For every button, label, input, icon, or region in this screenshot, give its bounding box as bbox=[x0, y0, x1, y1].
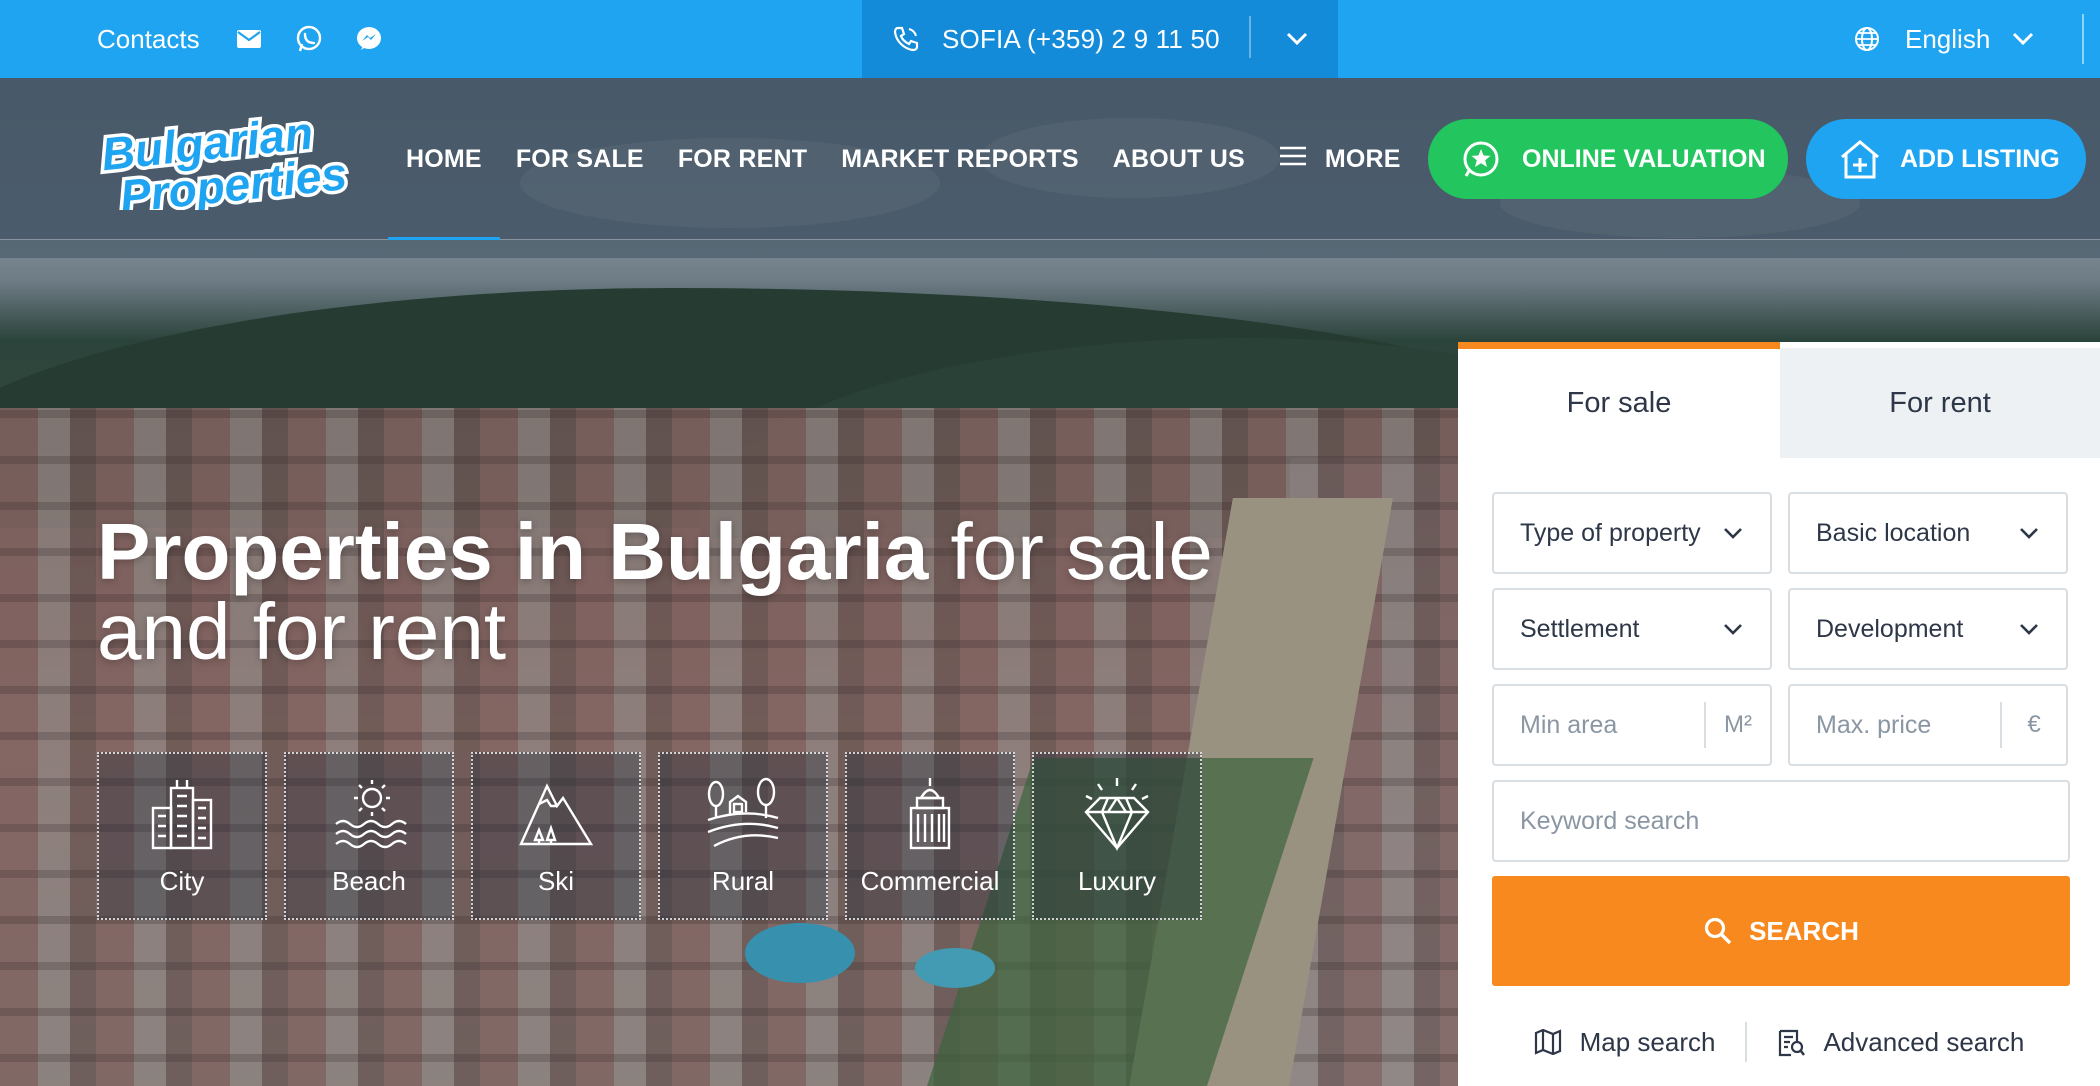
main-navbar: Bulgarian Properties HOME FOR SALE FOR R… bbox=[0, 78, 2100, 240]
category-beach[interactable]: Beach bbox=[284, 752, 454, 920]
keyword-search-input[interactable]: Keyword search bbox=[1492, 780, 2070, 862]
site-logo[interactable]: Bulgarian Properties bbox=[95, 103, 385, 226]
search-icon bbox=[1704, 917, 1732, 945]
star-chat-icon bbox=[1460, 138, 1502, 180]
development-select[interactable]: Development bbox=[1788, 588, 2068, 670]
nav-for-rent[interactable]: FOR RENT bbox=[678, 78, 807, 240]
messenger-icon[interactable] bbox=[354, 24, 384, 54]
search-tabs: For sale For rent bbox=[1458, 342, 2100, 458]
search-links: Map search Advanced search bbox=[1458, 1014, 2100, 1070]
nav-for-sale[interactable]: FOR SALE bbox=[516, 78, 644, 240]
chevron-down-icon bbox=[1724, 528, 1742, 539]
online-valuation-label: ONLINE VALUATION bbox=[1522, 144, 1766, 173]
price-unit: € bbox=[2000, 702, 2066, 748]
online-valuation-button[interactable]: ONLINE VALUATION bbox=[1428, 119, 1788, 199]
top-bar: Contacts SOFIA (+359) 2 9 11 50 English bbox=[0, 0, 2100, 78]
language-label[interactable]: English bbox=[1905, 24, 1990, 55]
phone-icon bbox=[892, 23, 924, 55]
category-label: Luxury bbox=[1077, 866, 1157, 896]
mail-icon[interactable] bbox=[234, 24, 264, 54]
tab-for-sale[interactable]: For sale bbox=[1458, 342, 1780, 458]
language-selector[interactable]: English bbox=[1853, 0, 2042, 78]
add-listing-button[interactable]: ADD LISTING bbox=[1806, 119, 2086, 199]
type-of-property-select[interactable]: Type of property bbox=[1492, 492, 1772, 574]
keyword-placeholder: Keyword search bbox=[1520, 806, 1700, 835]
map-icon bbox=[1534, 1029, 1561, 1055]
category-ski[interactable]: Ski bbox=[471, 752, 641, 920]
area-unit: M² bbox=[1704, 702, 1770, 748]
min-area-input[interactable]: Min area M² bbox=[1492, 684, 1772, 766]
menu-icon bbox=[1279, 145, 1307, 174]
city-buildings-icon bbox=[151, 780, 213, 850]
beach-sun-waves-icon bbox=[335, 780, 407, 849]
tab-for-rent[interactable]: For rent bbox=[1780, 348, 2100, 458]
scroll-edge bbox=[2076, 0, 2100, 78]
divider bbox=[1745, 1022, 1748, 1062]
nav-more[interactable]: MORE bbox=[1279, 78, 1401, 240]
chevron-down-icon[interactable] bbox=[2012, 24, 2042, 54]
headline-light-1: for sale bbox=[928, 507, 1213, 596]
category-label: City bbox=[159, 866, 205, 896]
chevron-down-icon bbox=[1724, 624, 1742, 635]
max-price-input[interactable]: Max. price € bbox=[1788, 684, 2068, 766]
contacts-label[interactable]: Contacts bbox=[97, 24, 200, 55]
category-label: Ski bbox=[537, 866, 575, 896]
headline-light-2: and for rent bbox=[97, 587, 507, 676]
headline-bold: Properties in Bulgaria bbox=[97, 507, 929, 596]
contacts-group: Contacts bbox=[97, 0, 414, 78]
globe-icon bbox=[1853, 24, 1883, 54]
chevron-down-icon bbox=[2020, 528, 2038, 539]
commercial-building-icon bbox=[909, 778, 951, 850]
rural-farm-icon bbox=[707, 777, 779, 848]
search-button[interactable]: SEARCH bbox=[1492, 876, 2070, 986]
chevron-down-icon bbox=[2020, 624, 2038, 635]
advanced-search-icon bbox=[1779, 1029, 1806, 1057]
settlement-select[interactable]: Settlement bbox=[1492, 588, 1772, 670]
category-label: Commercial bbox=[860, 866, 1000, 896]
select-value: Type of property bbox=[1520, 518, 1701, 547]
search-button-label: SEARCH bbox=[1749, 915, 1859, 946]
property-search-panel: For sale For rent Type of property Basic… bbox=[1458, 342, 2100, 1086]
add-home-icon bbox=[1838, 137, 1882, 181]
category-label: Rural bbox=[711, 866, 775, 896]
divider bbox=[1249, 16, 1251, 58]
advanced-search-label: Advanced search bbox=[1823, 1026, 2025, 1057]
add-listing-label: ADD LISTING bbox=[1900, 144, 2060, 173]
category-commercial[interactable]: Commercial bbox=[845, 752, 1015, 920]
category-luxury[interactable]: Luxury bbox=[1032, 752, 1202, 920]
select-value: Basic location bbox=[1816, 518, 1971, 547]
chevron-down-icon[interactable] bbox=[1280, 22, 1314, 56]
nav-more-label: MORE bbox=[1324, 144, 1401, 173]
phone-number[interactable]: SOFIA (+359) 2 9 11 50 bbox=[942, 24, 1220, 55]
mountain-icon bbox=[519, 783, 594, 846]
phone-selector[interactable]: SOFIA (+359) 2 9 11 50 bbox=[862, 0, 1338, 78]
hero-headline: Properties in Bulgaria for sale and for … bbox=[97, 512, 1297, 672]
select-value: Development bbox=[1816, 614, 1964, 643]
nav-market-reports[interactable]: MARKET REPORTS bbox=[841, 78, 1079, 240]
property-categories: City Beach Ski Rural Commercial Luxury bbox=[97, 752, 1219, 920]
whatsapp-icon[interactable] bbox=[294, 24, 324, 54]
category-label: Beach bbox=[332, 866, 406, 896]
category-city[interactable]: City bbox=[97, 752, 267, 920]
diamond-icon bbox=[1084, 778, 1150, 852]
category-rural[interactable]: Rural bbox=[658, 752, 828, 920]
map-search-label: Map search bbox=[1579, 1026, 1716, 1057]
max-price-placeholder: Max. price bbox=[1816, 710, 1932, 739]
select-value: Settlement bbox=[1520, 614, 1640, 643]
basic-location-select[interactable]: Basic location bbox=[1788, 492, 2068, 574]
min-area-placeholder: Min area bbox=[1520, 710, 1618, 739]
advanced-search-link[interactable]: Advanced search bbox=[1777, 1027, 2024, 1058]
map-search-link[interactable]: Map search bbox=[1534, 1026, 1716, 1058]
nav-about-us[interactable]: ABOUT US bbox=[1113, 78, 1245, 240]
primary-nav: HOME FOR SALE FOR RENT MARKET REPORTS AB… bbox=[388, 78, 1435, 240]
nav-home[interactable]: HOME bbox=[388, 78, 500, 240]
